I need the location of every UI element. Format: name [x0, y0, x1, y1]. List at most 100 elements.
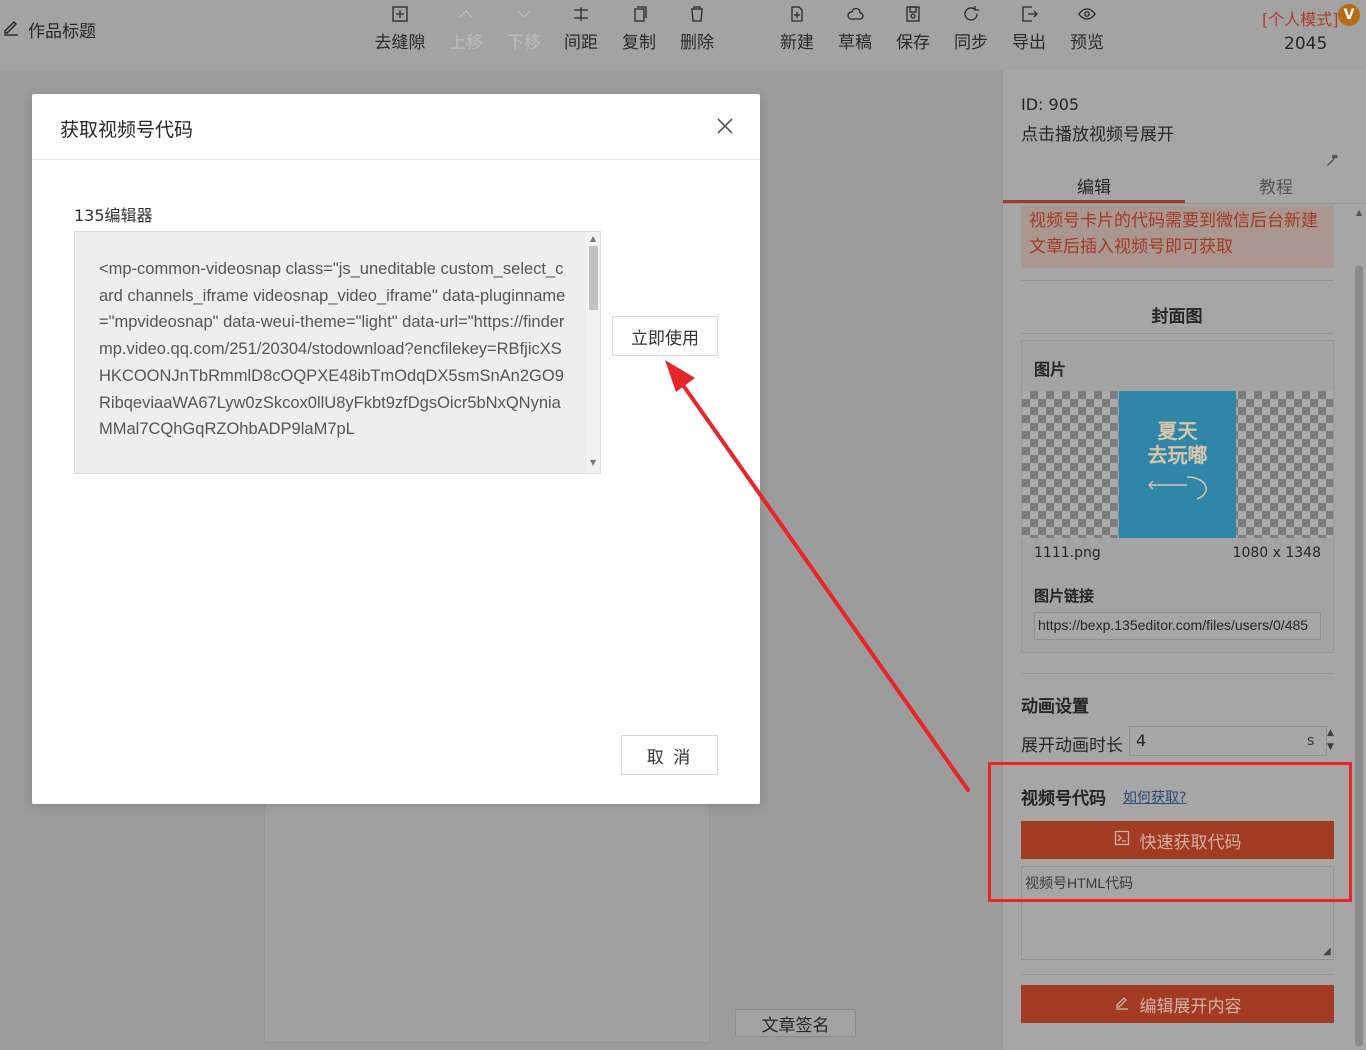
quick-get-code-button[interactable]: 快速获取代码	[1021, 821, 1334, 859]
delete-button[interactable]: 删除	[668, 5, 726, 57]
preview-button[interactable]: 预览	[1058, 5, 1116, 57]
editor-label: 135编辑器	[74, 206, 153, 225]
export-button[interactable]: 导出	[1000, 5, 1058, 57]
spacing-icon	[572, 5, 590, 23]
animation-duration-row: 展开动画时长 4 s ▲ ▼	[1021, 726, 1334, 756]
copy-icon	[630, 5, 648, 23]
cloud-icon	[846, 5, 864, 23]
panel-tabs: 编辑 教程	[1003, 168, 1366, 204]
paper-plane-icon	[1147, 476, 1207, 500]
image-preview[interactable]: 夏天 去玩嘟	[1022, 391, 1333, 538]
sync-icon	[962, 5, 980, 23]
animation-duration-label: 展开动画时长	[1021, 736, 1123, 756]
image-dimensions: 1080 x 1348	[1232, 545, 1321, 561]
trash-icon	[688, 5, 706, 23]
work-title[interactable]: 作品标题	[2, 17, 96, 42]
move-up-label: 上移	[449, 33, 483, 53]
copy-label: 复制	[622, 33, 656, 53]
remove-gap-button[interactable]: 去缝隙	[371, 5, 429, 57]
edit-expand-content-button[interactable]: 编辑展开内容	[1021, 985, 1334, 1023]
edit-expand-content-label: 编辑展开内容	[1139, 996, 1242, 1017]
dialog-header: 获取视频号代码	[32, 94, 760, 160]
scrollbar-thumb[interactable]	[1355, 266, 1363, 1046]
divider	[1021, 974, 1334, 975]
new-label: 新建	[780, 33, 814, 53]
terminal-icon	[1114, 830, 1130, 851]
new-file-icon	[788, 5, 806, 23]
dialog-title: 获取视频号代码	[60, 119, 194, 141]
hammer-icon[interactable]	[1325, 152, 1339, 166]
copy-button[interactable]: 复制	[610, 5, 668, 57]
animation-unit: s	[1307, 733, 1315, 749]
resize-handle-icon[interactable]: ◢	[1323, 946, 1333, 957]
how-to-get-link[interactable]: 如何获取?	[1123, 787, 1186, 807]
spacing-label: 间距	[564, 33, 598, 53]
delete-label: 删除	[680, 33, 714, 53]
scrollbar-thumb[interactable]	[589, 246, 598, 310]
quick-get-code-label: 快速获取代码	[1139, 832, 1242, 853]
save-icon	[904, 5, 922, 23]
tab-edit[interactable]: 编辑	[1077, 173, 1111, 198]
component-id: ID: 905	[1021, 95, 1080, 114]
top-toolbar: 作品标题 去缝隙 上移 下移 间距 复制 删除 新建 草稿 保存 同步 导出 预…	[0, 0, 1366, 70]
chevron-down-icon	[515, 5, 533, 23]
tab-tutorial[interactable]: 教程	[1259, 173, 1293, 198]
scroll-up-icon[interactable]: ▲	[590, 234, 596, 243]
export-label: 导出	[1012, 33, 1046, 53]
thumbnail-text: 夏天 去玩嘟	[1147, 419, 1208, 467]
article-signature-button[interactable]: 文章签名	[735, 1009, 856, 1037]
draft-button[interactable]: 草稿	[826, 5, 884, 57]
panel-scrollbar[interactable]: ▲	[1353, 206, 1365, 1050]
image-label: 图片	[1034, 360, 1067, 379]
get-video-code-dialog: 获取视频号代码 135编辑器 <mp-common-videosnap clas…	[32, 94, 760, 804]
mode-label[interactable]: [个人模式]	[1262, 6, 1339, 30]
code-text[interactable]: <mp-common-videosnap class="js_uneditabl…	[99, 256, 569, 443]
spacing-button[interactable]: 间距	[552, 5, 610, 57]
vip-badge-icon: V	[1338, 4, 1360, 26]
move-down-label: 下移	[507, 33, 541, 53]
remove-gap-label: 去缝隙	[374, 33, 426, 53]
use-now-button[interactable]: 立即使用	[612, 316, 718, 356]
divider	[1021, 280, 1334, 281]
image-link-label: 图片链接	[1034, 587, 1095, 605]
sync-button[interactable]: 同步	[942, 5, 1000, 57]
code-textarea[interactable]: <mp-common-videosnap class="js_uneditabl…	[74, 231, 601, 474]
cover-image-card: 图片 夏天 去玩嘟 1111.png 1080 x 1348 图片链接 http…	[1021, 340, 1334, 653]
eye-icon	[1078, 5, 1096, 23]
save-button[interactable]: 保存	[884, 5, 942, 57]
edit-pen-icon	[2, 18, 20, 41]
move-up-button[interactable]: 上移	[437, 5, 495, 57]
move-down-button[interactable]: 下移	[495, 5, 553, 57]
new-button[interactable]: 新建	[768, 5, 826, 57]
work-title-text[interactable]: 作品标题	[28, 17, 96, 42]
pencil-icon	[1114, 994, 1130, 1015]
close-icon[interactable]	[714, 115, 736, 137]
notice-banner: 视频号卡片的代码需要到微信后台新建文章后插入视频号即可获取	[1021, 206, 1334, 268]
video-code-heading: 视频号代码	[1021, 789, 1106, 809]
animation-heading: 动画设置	[1021, 697, 1089, 717]
cancel-button[interactable]: 取 消	[621, 735, 718, 775]
draft-label: 草稿	[838, 33, 872, 53]
animation-duration-input[interactable]: 4	[1129, 726, 1327, 756]
preview-label: 预览	[1070, 33, 1104, 53]
image-filename: 1111.png	[1034, 545, 1101, 561]
component-settings-panel: ID: 905 点击播放视频号展开 编辑 教程 视频号卡片的代码需要到微信后台新…	[1002, 70, 1366, 1050]
divider	[1021, 333, 1334, 334]
credit-count: 2045	[1284, 34, 1328, 54]
cover-thumbnail: 夏天 去玩嘟	[1119, 391, 1236, 538]
cover-heading: 封面图	[1151, 307, 1203, 327]
component-name: 点击播放视频号展开	[1021, 125, 1174, 145]
sync-label: 同步	[954, 33, 988, 53]
image-link-input[interactable]: https://bexp.135editor.com/files/users/0…	[1034, 612, 1321, 640]
active-tab-indicator	[1003, 200, 1185, 203]
editor-canvas-page	[264, 803, 710, 1043]
scroll-down-icon[interactable]: ▼	[590, 458, 596, 467]
video-html-code-textarea[interactable]: 视频号HTML代码	[1021, 866, 1334, 960]
code-scrollbar[interactable]: ▲ ▼	[586, 232, 600, 473]
duration-stepper[interactable]: ▲ ▼	[1327, 726, 1337, 756]
account-mode[interactable]: [个人模式] V 2045	[1262, 4, 1366, 60]
chevron-up-icon	[457, 5, 475, 23]
save-label: 保存	[896, 33, 930, 53]
grid-icon	[391, 5, 409, 23]
scroll-up-icon[interactable]: ▲	[1356, 208, 1362, 217]
